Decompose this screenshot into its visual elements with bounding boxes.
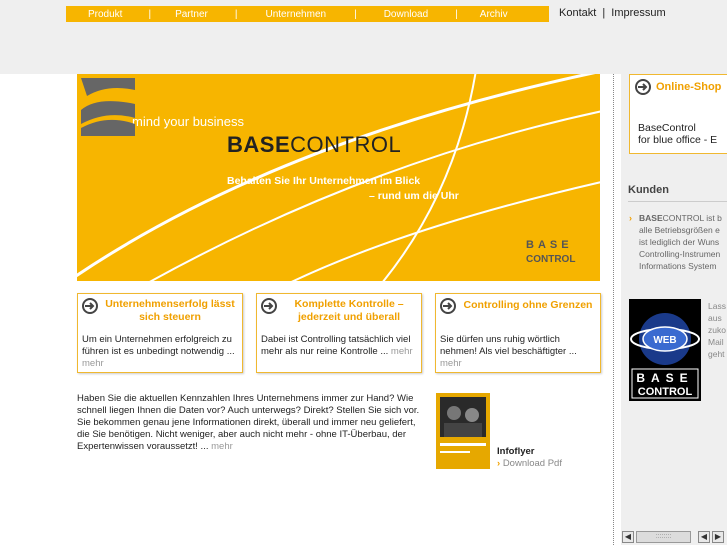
arrow-right-icon [261, 298, 277, 314]
kunden-text-line: alle Betriebsgrößen e [639, 225, 720, 235]
infoflyer-thumbnail[interactable] [436, 393, 490, 469]
kontakt-link[interactable]: Kontakt [559, 7, 596, 19]
kunden-text-line: BASECONTROL ist b [639, 213, 722, 223]
feature-box-erfolg: Unternehmenserfolg lässt sich steuern Um… [77, 293, 243, 373]
top-links: Kontakt | Impressum [559, 7, 666, 19]
web-text-line: geht [708, 349, 725, 359]
kunden-text-line: Informations System [639, 261, 717, 271]
hero-brand: BASECONTROL [227, 132, 401, 158]
nav-separator: | [148, 8, 152, 20]
hero-tagline: mind your business [132, 114, 244, 129]
mehr-link[interactable]: mehr [211, 441, 233, 452]
mehr-link[interactable]: mehr [391, 346, 413, 357]
feature-box-text: Sie dürfen uns ruhig wörtlich nehmen! Al… [440, 334, 577, 369]
flyer-cover-image [436, 393, 490, 469]
mehr-link[interactable]: mehr [440, 358, 462, 369]
scroll-next-button[interactable]: ▶ [712, 531, 724, 543]
web-text-line: Lass [708, 301, 726, 311]
web-basecontrol-logo[interactable]: WEB BASE CONTROL [629, 299, 701, 401]
feature-box-title: Komplette Kontrolle – jederzeit und über… [294, 298, 404, 323]
feature-box-text: Dabei ist Controlling tatsächlich viel m… [261, 334, 413, 357]
nav-item-download[interactable]: Download [384, 9, 428, 20]
bullet-arrow-icon: › [629, 213, 632, 223]
online-shop-box[interactable]: Online-Shop BaseControl for blue office … [629, 74, 727, 154]
kunden-divider [628, 201, 727, 202]
web-logo-text-2: CONTROL [638, 386, 693, 398]
hero-logo-text-1: BASE [526, 239, 573, 251]
nav-item-archiv[interactable]: Archiv [480, 9, 508, 20]
feature-box-grenzen: Controlling ohne Grenzen Sie dürfen uns … [435, 293, 601, 373]
scroll-prev-button[interactable]: ◀ [698, 531, 710, 543]
online-shop-line-1: BaseControl [638, 122, 696, 134]
web-label: WEB [653, 335, 676, 346]
hero-subline-2: – rund um die Uhr [369, 190, 459, 202]
online-shop-title: Online-Shop [656, 81, 722, 93]
right-sidebar: Online-Shop BaseControl for blue office … [621, 74, 727, 545]
hero-logo-text-2: CONTROL [526, 254, 576, 265]
intro-text: Haben Sie die aktuellen Kennzahlen Ihres… [77, 393, 420, 452]
web-text-line: Mail [708, 337, 724, 347]
toplinks-separator: | [602, 7, 606, 19]
web-text-line: aus [708, 313, 722, 323]
globe-icon: WEB BASE CONTROL [630, 313, 700, 399]
arrow-right-icon [82, 298, 98, 314]
nav-separator: | [455, 8, 458, 20]
scroll-left-button[interactable]: ◀ [622, 531, 634, 543]
scrollbar-thumb[interactable]: :::::::: [636, 531, 691, 543]
feature-box-title: Controlling ohne Grenzen [463, 299, 593, 311]
download-pdf-link[interactable]: Download Pdf [497, 458, 562, 469]
arrow-right-icon [440, 298, 456, 314]
kunden-heading: Kunden [628, 184, 669, 196]
mehr-link[interactable]: mehr [82, 358, 104, 369]
kunden-text-line: Controlling-Instrumen [639, 249, 721, 259]
main-navigation: Produkt | Partner | Unternehmen | Downlo… [66, 6, 549, 22]
web-text-line: zuko [708, 325, 726, 335]
online-shop-line-2: for blue office - E [638, 134, 718, 146]
hero-banner: mind your business BASECONTROL Behalten … [77, 74, 600, 281]
nav-item-unternehmen[interactable]: Unternehmen [265, 9, 326, 20]
nav-separator: | [354, 8, 357, 20]
arrow-right-icon [635, 79, 651, 95]
infoflyer-label: Infoflyer [497, 446, 535, 457]
nav-item-partner[interactable]: Partner [175, 9, 208, 20]
feature-box-title: Unternehmenserfolg lässt sich steuern [105, 298, 235, 323]
nav-separator: | [234, 8, 238, 20]
basecontrol-logo-icon [81, 78, 135, 136]
hero-brand-bold: BASE [227, 132, 291, 157]
web-logo-text-1: BASE [636, 371, 693, 385]
nav-item-produkt[interactable]: Produkt [88, 9, 122, 20]
feature-box-kontrolle: Komplette Kontrolle – jederzeit und über… [256, 293, 422, 373]
hero-brand-light: CONTROL [290, 132, 402, 157]
hero-subline-1: Behalten Sie Ihr Unternehmen im Blick [227, 175, 421, 187]
dotted-divider [613, 74, 614, 545]
impressum-link[interactable]: Impressum [611, 7, 665, 19]
feature-box-text: Um ein Unternehmen erfolgreich zu führen… [82, 334, 235, 369]
kunden-text-line: ist lediglich der Wuns [639, 237, 720, 247]
